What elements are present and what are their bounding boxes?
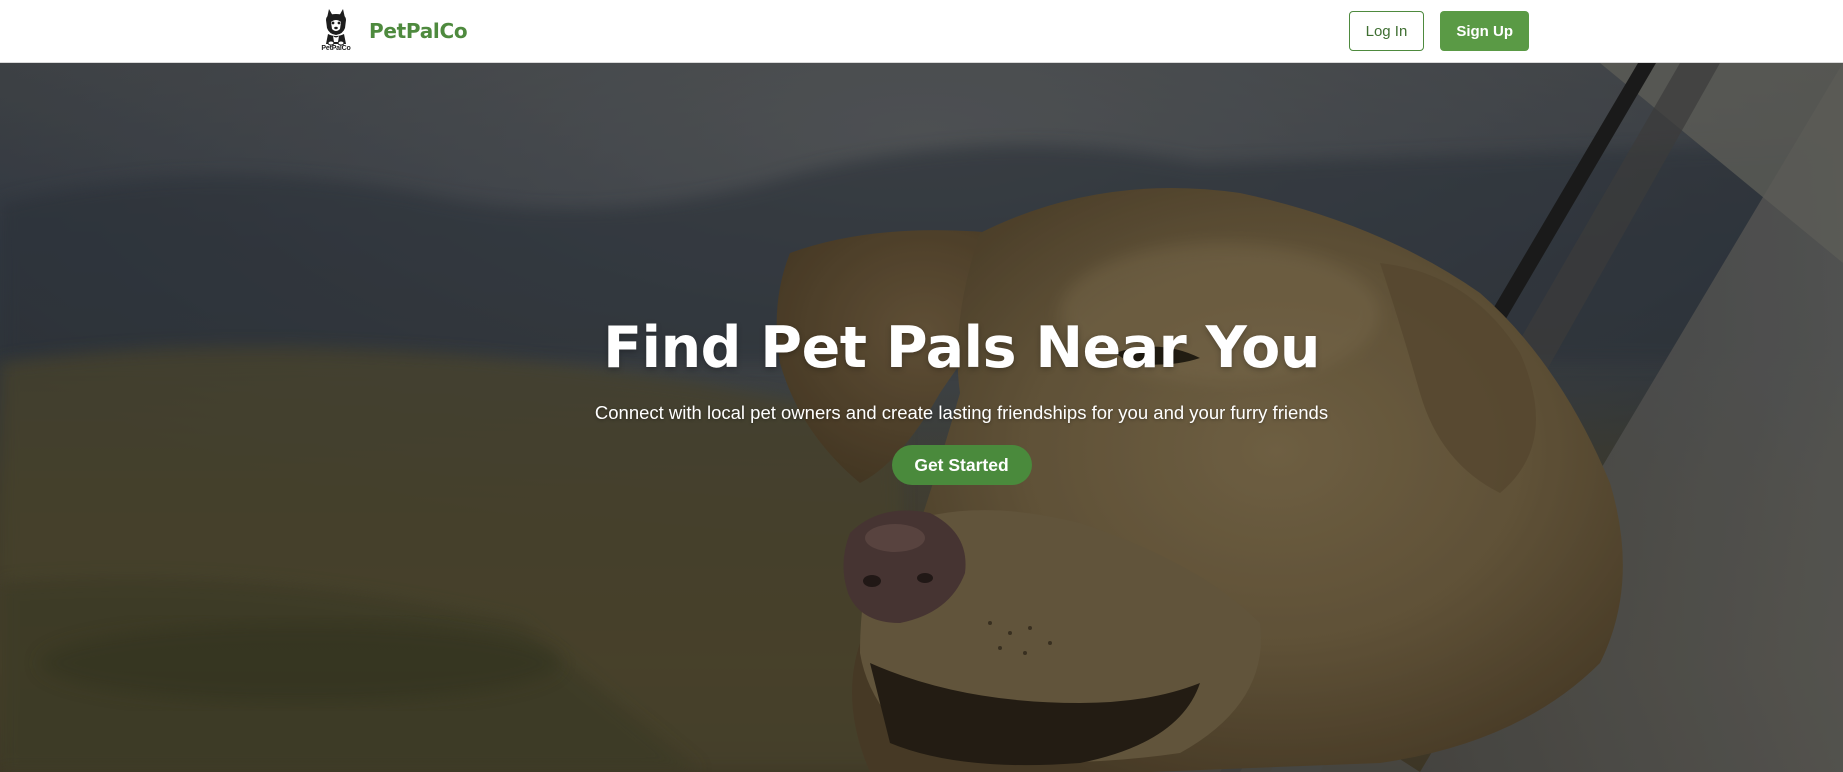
auth-actions: Log In Sign Up [1348,11,1529,51]
hero-title: Find Pet Pals Near You [603,315,1320,381]
hero-section: Find Pet Pals Near You Connect with loca… [0,63,1843,772]
brand-name: PetPalCo [369,19,468,43]
signup-button[interactable]: Sign Up [1440,11,1529,51]
brand-home-link[interactable]: PetPalCo PetPalCo [317,6,468,56]
top-navbar: PetPalCo PetPalCo Log In Sign Up [0,0,1843,63]
hero-content: Find Pet Pals Near You Connect with loca… [0,313,1843,485]
hero-subtitle: Connect with local pet owners and create… [594,402,1329,423]
get-started-button[interactable]: Get Started [891,445,1032,485]
logo-caption: PetPalCo [321,45,351,52]
login-button[interactable]: Log In [1348,11,1425,51]
husky-dog-logo-icon: PetPalCo [317,8,355,56]
navbar-container: PetPalCo PetPalCo Log In Sign Up [317,0,1529,62]
husky-logo-graphic [326,9,346,46]
